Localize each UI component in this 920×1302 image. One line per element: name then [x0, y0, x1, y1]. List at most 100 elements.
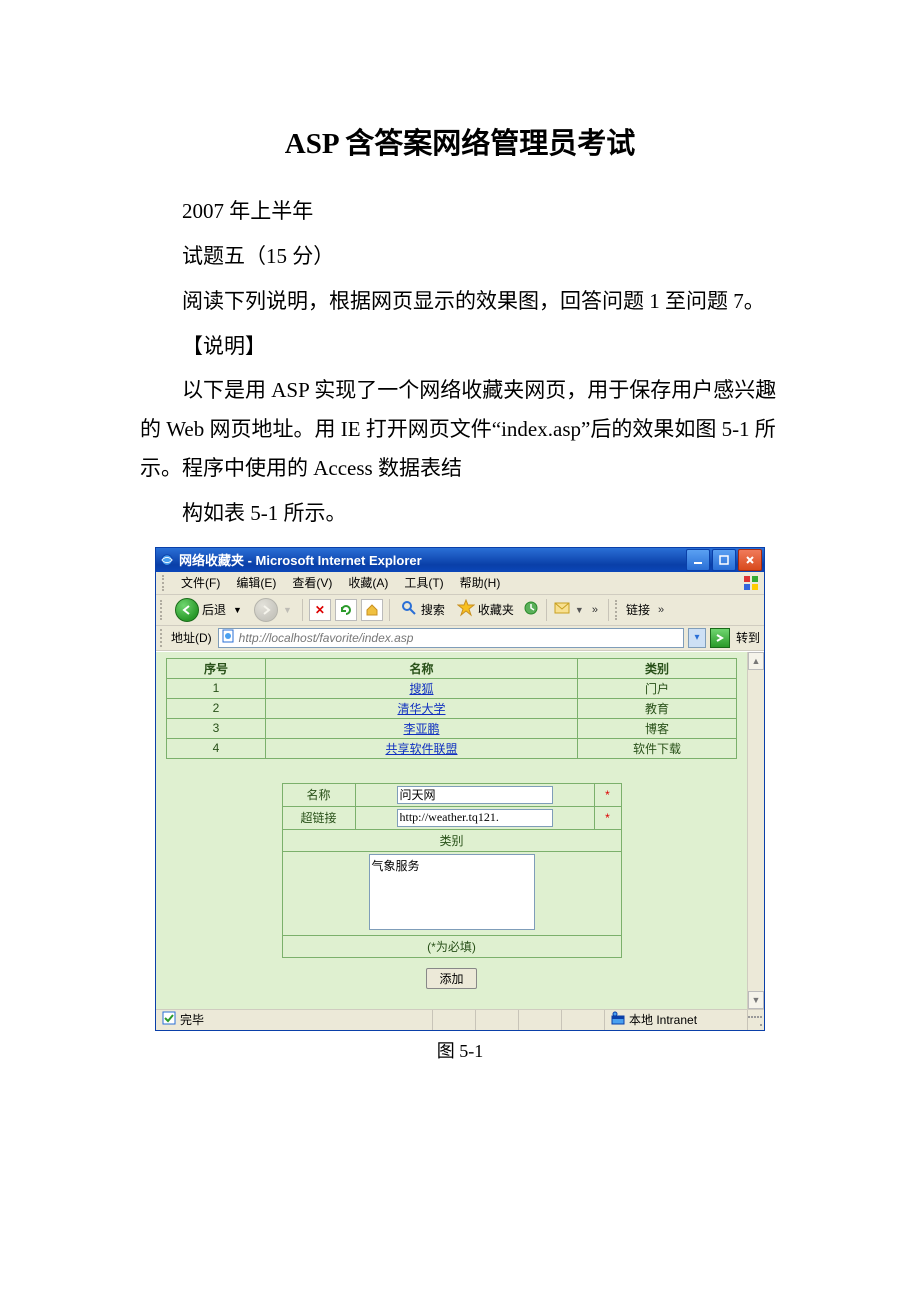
close-button[interactable]	[738, 549, 762, 571]
maximize-button[interactable]	[712, 549, 736, 571]
favorites-button[interactable]: 收藏夹	[453, 597, 518, 622]
address-url: http://localhost/favorite/index.asp	[239, 631, 681, 645]
home-button[interactable]	[361, 599, 383, 621]
done-icon	[162, 1011, 176, 1028]
form-category-label: 类别	[282, 829, 621, 851]
addressbar: 地址(D) http://localhost/favorite/index.as…	[156, 626, 764, 651]
menubar: 文件(F) 编辑(E) 查看(V) 收藏(A) 工具(T) 帮助(H)	[156, 572, 764, 595]
favorite-link[interactable]: 共享软件联盟	[385, 742, 457, 756]
figure-caption: 图 5-1	[140, 1037, 780, 1063]
vertical-scrollbar[interactable]: ▲ ▼	[747, 652, 764, 1009]
star-icon	[457, 599, 475, 620]
menubar-handle[interactable]	[162, 575, 167, 591]
window-title: 网络收藏夹 - Microsoft Internet Explorer	[179, 550, 686, 569]
favorite-link[interactable]: 搜狐	[409, 682, 433, 696]
scroll-up-button[interactable]: ▲	[748, 652, 764, 670]
doc-line5: 以下是用 ASP 实现了一个网络收藏夹网页，用于保存用户感兴趣的 Web 网页地…	[140, 371, 780, 488]
resize-grip[interactable]	[748, 1012, 764, 1028]
toolbar: 后退 ▼ ▼ ✕ 搜索	[156, 595, 764, 626]
menu-favorites[interactable]: 收藏(A)	[340, 572, 396, 593]
cell-index: 2	[167, 698, 266, 718]
cell-category: 软件下载	[578, 738, 737, 758]
favorite-link[interactable]: 李亚鹏	[403, 722, 439, 736]
doc-line1: 2007 年上半年	[140, 192, 780, 231]
table-row: 3 李亚鹏 博客	[167, 718, 737, 738]
page-icon	[221, 629, 235, 646]
links-overflow[interactable]: »	[654, 604, 668, 616]
cell-index: 4	[167, 738, 266, 758]
titlebar: 网络收藏夹 - Microsoft Internet Explorer	[156, 548, 764, 572]
cell-category: 教育	[578, 698, 737, 718]
addressbar-handle[interactable]	[160, 629, 165, 647]
scroll-down-button[interactable]: ▼	[748, 991, 764, 1009]
windows-flag-icon	[742, 574, 760, 592]
col-header-name: 名称	[266, 658, 578, 678]
back-icon	[175, 598, 199, 622]
zone-icon	[611, 1011, 625, 1028]
stop-button[interactable]: ✕	[309, 599, 331, 621]
required-mark: *	[594, 783, 621, 806]
doc-line3: 阅读下列说明，根据网页显示的效果图，回答问题 1 至问题 7。	[140, 282, 780, 321]
back-dropdown-icon[interactable]: ▼	[229, 605, 242, 615]
links-label[interactable]: 链接	[626, 601, 650, 618]
go-button[interactable]	[710, 628, 730, 648]
col-header-index: 序号	[167, 658, 266, 678]
address-label: 地址(D)	[171, 629, 214, 646]
form-name-input[interactable]	[397, 786, 553, 804]
statusbar: 完毕 本地 Intranet	[156, 1009, 764, 1030]
page-content: 序号 名称 类别 1 搜狐 门户 2 清华大学 教育	[156, 652, 747, 1009]
status-zone: 本地 Intranet	[629, 1011, 697, 1028]
menu-edit[interactable]: 编辑(E)	[228, 572, 284, 593]
back-label: 后退	[202, 601, 226, 618]
doc-line2: 试题五（15 分）	[140, 237, 780, 276]
search-icon	[400, 599, 418, 620]
menu-tools[interactable]: 工具(T)	[396, 572, 451, 593]
doc-line4: 【说明】	[140, 327, 780, 366]
address-input[interactable]: http://localhost/favorite/index.asp	[218, 628, 684, 648]
address-dropdown[interactable]: ▾	[688, 628, 706, 648]
ie-icon	[160, 553, 174, 567]
table-row: 4 共享软件联盟 软件下载	[167, 738, 737, 758]
toolbar-handle[interactable]	[160, 600, 165, 620]
add-form: 名称 * 超链接 * 类别	[282, 783, 622, 989]
col-header-category: 类别	[578, 658, 737, 678]
favorites-table: 序号 名称 类别 1 搜狐 门户 2 清华大学 教育	[166, 658, 737, 759]
table-header-row: 序号 名称 类别	[167, 658, 737, 678]
table-row: 1 搜狐 门户	[167, 678, 737, 698]
form-link-input[interactable]	[397, 809, 553, 827]
minimize-button[interactable]	[686, 549, 710, 571]
toolbar-overflow[interactable]: »	[588, 604, 602, 616]
cell-category: 博客	[578, 718, 737, 738]
scroll-track[interactable]	[748, 670, 764, 991]
search-button[interactable]: 搜索	[396, 597, 449, 622]
table-row: 2 清华大学 教育	[167, 698, 737, 718]
cell-index: 3	[167, 718, 266, 738]
favorite-link[interactable]: 清华大学	[397, 702, 445, 716]
menu-view[interactable]: 查看(V)	[284, 572, 340, 593]
cell-category: 门户	[578, 678, 737, 698]
forward-dropdown-icon[interactable]: ▼	[281, 605, 292, 615]
favorites-label: 收藏夹	[478, 601, 514, 618]
menu-file[interactable]: 文件(F)	[173, 572, 228, 593]
cell-index: 1	[167, 678, 266, 698]
doc-line6: 构如表 5-1 所示。	[140, 494, 780, 533]
doc-title: ASP 含答案网络管理员考试	[140, 120, 780, 162]
form-category-textarea[interactable]	[369, 854, 535, 930]
back-button[interactable]: 后退 ▼	[171, 596, 246, 624]
search-label: 搜索	[421, 601, 445, 618]
menu-help[interactable]: 帮助(H)	[452, 572, 509, 593]
required-mark: *	[594, 806, 621, 829]
forward-button[interactable]: ▼	[250, 596, 296, 624]
history-button[interactable]	[522, 599, 540, 620]
form-link-label: 超链接	[282, 806, 355, 829]
add-button[interactable]: 添加	[426, 968, 476, 989]
go-label: 转到	[734, 629, 760, 646]
status-done: 完毕	[180, 1011, 204, 1028]
links-handle[interactable]	[615, 600, 620, 620]
refresh-button[interactable]	[335, 599, 357, 621]
ie-window: 网络收藏夹 - Microsoft Internet Explorer 文件(F…	[155, 547, 765, 1031]
mail-button[interactable]	[553, 599, 571, 620]
required-note: (*为必填)	[282, 935, 621, 957]
forward-icon	[254, 598, 278, 622]
form-name-label: 名称	[282, 783, 355, 806]
